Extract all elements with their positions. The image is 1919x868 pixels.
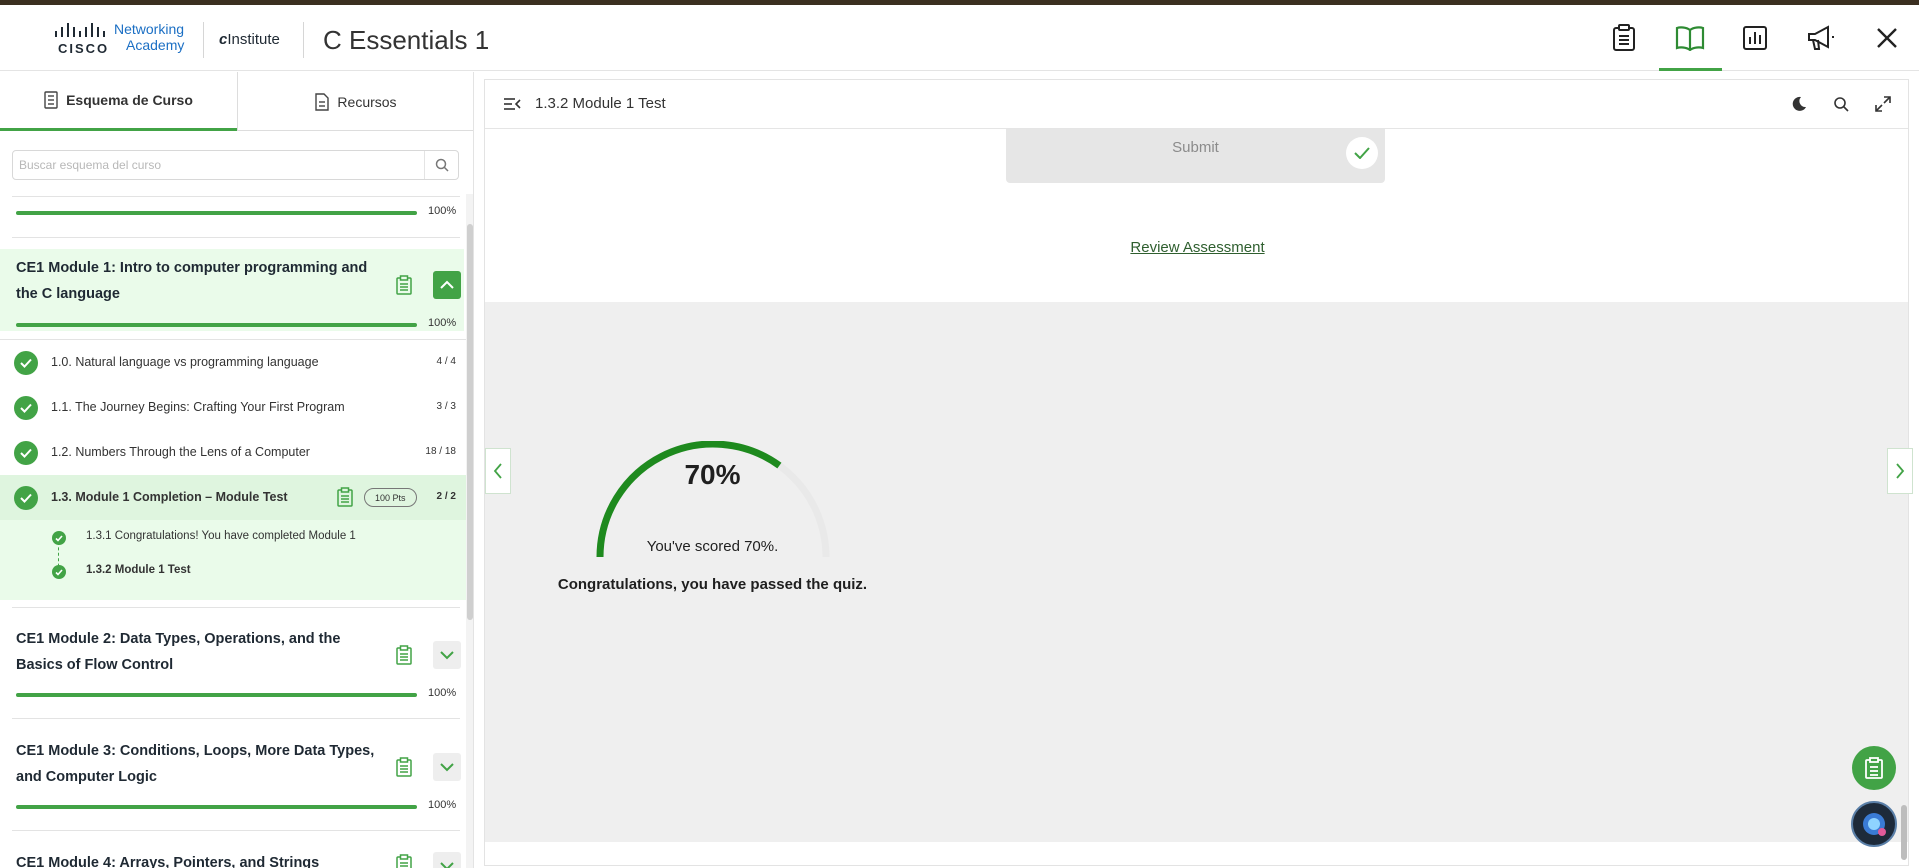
chevron-up-icon — [440, 280, 454, 289]
cisco-bars-icon — [55, 23, 105, 37]
module-1-header[interactable]: CE1 Module 1: Intro to computer programm… — [0, 249, 464, 331]
active-nav-indicator — [1659, 68, 1722, 71]
progress-percent: 100% — [428, 687, 457, 699]
score-sentence: You've scored 70%. — [646, 538, 779, 555]
clipboard-icon[interactable] — [394, 755, 414, 779]
close-icon[interactable] — [1870, 21, 1904, 55]
institute-logo[interactable]: cInstitute — [219, 31, 280, 48]
progress-percent: 100% — [428, 799, 457, 811]
cisco-wordmark: CISCO — [58, 41, 110, 56]
search-input[interactable] — [19, 156, 419, 174]
content-toolbar: 1.3.2 Module 1 Test — [485, 80, 1908, 129]
review-assessment-link[interactable]: Review Assessment — [485, 239, 1908, 256]
chat-bot-icon — [1863, 813, 1886, 836]
check-icon — [1346, 137, 1378, 169]
module-4-header[interactable]: CE1 Module 4: Arrays, Pointers, and Stri… — [0, 844, 464, 868]
module-2-header[interactable]: CE1 Module 2: Data Types, Operations, an… — [0, 620, 464, 694]
search-button[interactable] — [424, 151, 458, 179]
header-separator — [203, 22, 204, 58]
sidebar-scrollbar-thumb[interactable] — [467, 224, 473, 620]
fullscreen-icon[interactable] — [1871, 92, 1895, 116]
collapse-sidebar-icon[interactable] — [500, 92, 524, 116]
check-icon — [14, 396, 38, 420]
dark-mode-icon[interactable] — [1787, 92, 1811, 116]
module-title: CE1 Module 4: Arrays, Pointers, and Stri… — [16, 855, 320, 868]
app-header: CISCO Networking Academy cInstitute C Es… — [0, 5, 1919, 71]
content-scrollbar-thumb[interactable] — [1901, 805, 1907, 860]
header-separator — [303, 22, 304, 58]
search-icon[interactable] — [1829, 92, 1853, 116]
clipboard-icon[interactable] — [394, 273, 414, 297]
module-3-progress-bar — [16, 805, 417, 809]
tab-course-outline[interactable]: Esquema de Curso — [0, 72, 237, 131]
collapse-module-button[interactable] — [433, 271, 461, 299]
clipboard-icon[interactable] — [394, 852, 414, 868]
submit-label: Submit — [1172, 139, 1219, 156]
sidebar-tabs: Esquema de Curso Recursos — [0, 72, 473, 131]
chevron-down-icon — [440, 651, 454, 660]
divider — [12, 607, 460, 608]
module-title: CE1 Module 3: Conditions, Loops, More Da… — [16, 743, 375, 785]
document-icon — [315, 92, 330, 111]
module-1-progress-bar — [16, 323, 417, 327]
divider — [12, 830, 460, 831]
module-3-header[interactable]: CE1 Module 3: Conditions, Loops, More Da… — [0, 732, 464, 806]
module-title: CE1 Module 2: Data Types, Operations, an… — [16, 631, 341, 673]
tab-resources[interactable]: Recursos — [238, 72, 473, 131]
lesson-item[interactable]: 1.1. The Journey Begins: Crafting Your F… — [0, 385, 466, 430]
lesson-item[interactable]: 1.0. Natural language vs programming lan… — [0, 340, 466, 385]
progress-percent: 100% — [428, 205, 457, 217]
cisco-networking-academy-logo[interactable]: CISCO Networking Academy — [55, 19, 185, 59]
megaphone-icon[interactable] — [1804, 21, 1838, 55]
course-title: C Essentials 1 — [323, 25, 490, 55]
clipboard-icon[interactable] — [394, 643, 414, 667]
divider — [12, 718, 460, 719]
floating-clipboard-button[interactable] — [1852, 746, 1896, 790]
outline-icon — [44, 91, 58, 109]
score-percent: 70% — [684, 459, 741, 490]
clipboard-icon — [1865, 757, 1883, 779]
assistant-chat-button[interactable] — [1851, 801, 1897, 847]
book-icon[interactable] — [1673, 21, 1707, 55]
search-icon — [435, 158, 449, 172]
module-title: CE1 Module 1: Intro to computer programm… — [16, 260, 368, 302]
page-title: 1.3.2 Module 1 Test — [535, 95, 666, 112]
expand-module-button[interactable] — [433, 641, 461, 669]
chart-icon[interactable] — [1738, 21, 1772, 55]
pass-message: Congratulations, you have passed the qui… — [557, 576, 868, 593]
progress-percent: 100% — [428, 317, 457, 329]
networking-academy-label: Networking Academy — [114, 21, 185, 53]
divider — [12, 196, 460, 197]
chevron-down-icon — [440, 862, 454, 868]
chevron-right-icon — [1896, 463, 1905, 479]
submit-button[interactable]: Submit — [1006, 129, 1385, 183]
next-page-button[interactable] — [1887, 448, 1913, 494]
progress-bar — [16, 211, 417, 215]
chevron-down-icon — [440, 763, 454, 772]
expand-module-button[interactable] — [433, 753, 461, 781]
check-icon — [14, 351, 38, 375]
expand-module-button[interactable] — [433, 852, 461, 868]
outline-search — [12, 150, 459, 180]
module-2-progress-bar — [16, 693, 417, 697]
clipboard-icon[interactable] — [1607, 21, 1641, 55]
divider — [12, 237, 460, 238]
